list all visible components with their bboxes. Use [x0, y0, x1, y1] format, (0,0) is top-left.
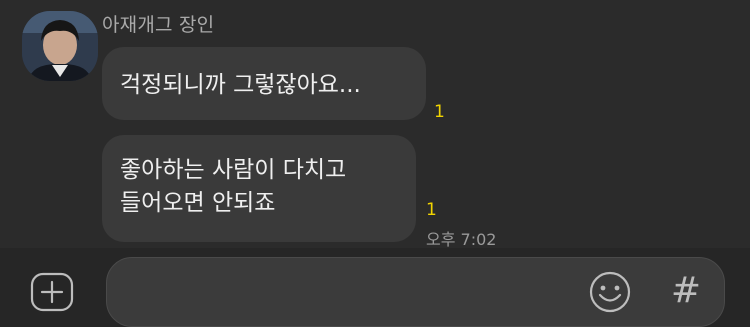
plus-box-icon [30, 272, 74, 312]
add-button[interactable] [30, 272, 74, 312]
smiley-icon [589, 271, 631, 313]
hashtag-search-button[interactable]: # [666, 268, 706, 314]
message-text: 좋아하는 사람이 다치고 [120, 157, 347, 183]
message-bubble[interactable]: 좋아하는 사람이 다치고 들어오면 안되죠 [102, 135, 416, 242]
message-timestamp: 오후 7:02 [426, 230, 497, 249]
message-input[interactable] [106, 257, 725, 327]
message-bubble[interactable]: 걱정되니까 그렇잖아요... [102, 47, 426, 120]
unread-count: 1 [426, 200, 437, 220]
emoji-button[interactable] [588, 270, 632, 314]
avatar-image [22, 11, 98, 81]
sender-name: 아재개그 장인 [102, 14, 215, 36]
message-text: 걱정되니까 그렇잖아요... [120, 72, 361, 98]
avatar[interactable] [22, 11, 98, 81]
unread-count: 1 [434, 102, 445, 122]
chat-area: 아재개그 장인 걱정되니까 그렇잖아요... 1 좋아하는 사람이 다치고 들어… [0, 0, 750, 249]
message-text: 들어오면 안되죠 [120, 190, 276, 216]
